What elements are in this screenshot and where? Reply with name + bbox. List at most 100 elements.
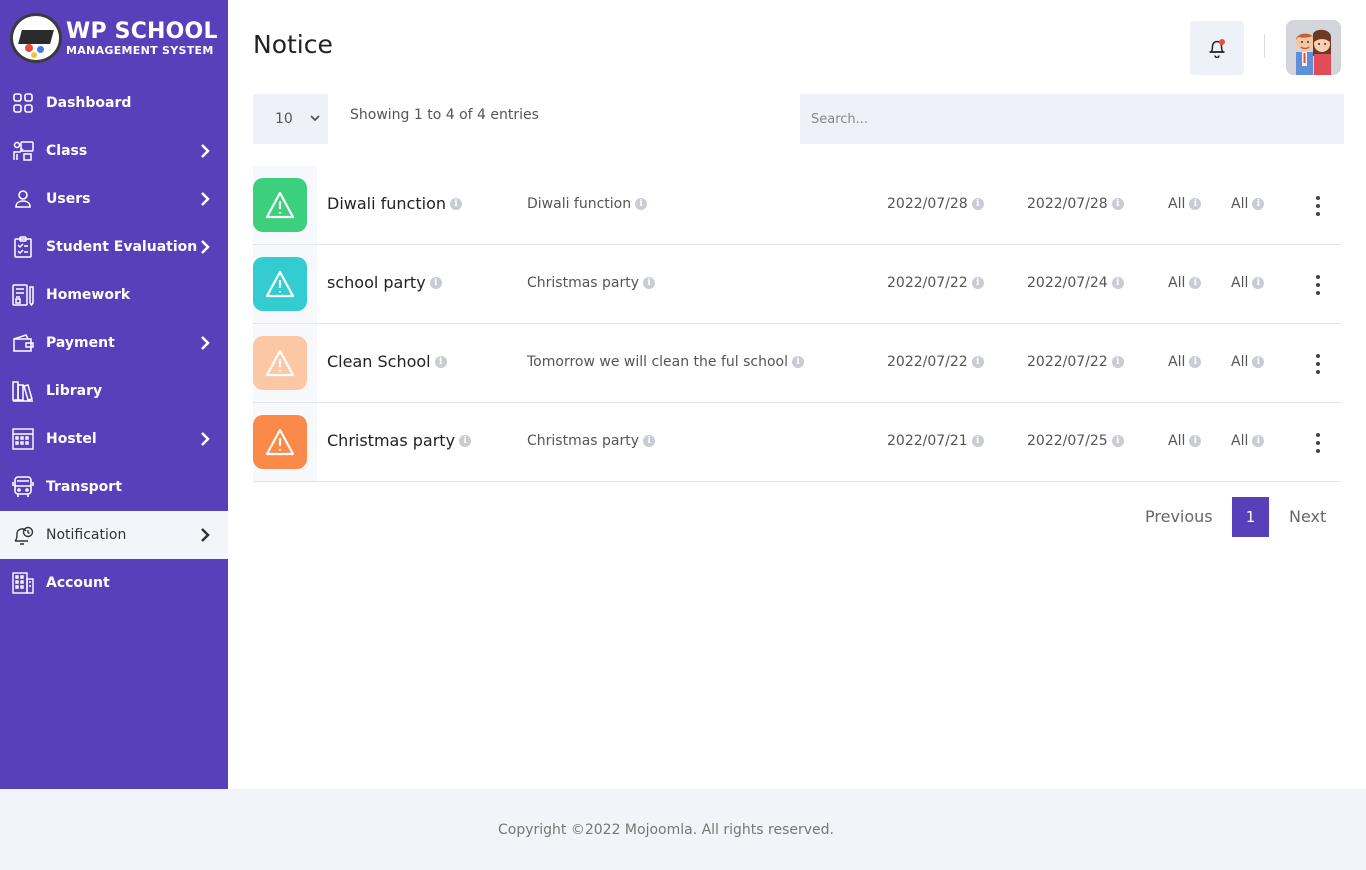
- table-row[interactable]: Diwali function i Diwali function i 2022/0…: [253, 166, 1341, 245]
- info-icon[interactable]: i: [1189, 356, 1202, 368]
- info-icon[interactable]: i: [429, 276, 442, 289]
- info-icon[interactable]: i: [1111, 198, 1124, 210]
- notice-description: Christmas party i: [527, 275, 656, 291]
- sidebar-item-users[interactable]: Users: [0, 175, 228, 223]
- sidebar-menu: Dashboard Class Users Student Evaluation: [0, 79, 228, 607]
- notification-button[interactable]: [1190, 21, 1244, 75]
- warning-triangle-icon: [265, 349, 295, 377]
- info-icon[interactable]: i: [459, 434, 472, 447]
- info-icon[interactable]: i: [643, 277, 656, 289]
- sidebar-item-label: Hostel: [46, 431, 97, 447]
- notice-section: All i: [1231, 354, 1265, 370]
- notice-title[interactable]: Diwali function i: [327, 194, 462, 213]
- info-icon[interactable]: i: [1252, 356, 1265, 368]
- notice-title[interactable]: Christmas party i: [327, 431, 472, 450]
- search-input[interactable]: [800, 94, 1344, 144]
- chevron-right-icon: [201, 144, 210, 158]
- info-icon[interactable]: i: [434, 355, 447, 368]
- info-icon[interactable]: i: [1189, 277, 1202, 289]
- clipboard-icon: [12, 236, 34, 258]
- info-icon[interactable]: i: [1189, 435, 1202, 447]
- notice-description-text: Diwali function: [527, 196, 632, 212]
- pagination-next[interactable]: Next: [1289, 507, 1326, 526]
- sidebar-item-student-evaluation[interactable]: Student Evaluation: [0, 223, 228, 271]
- more-options-icon[interactable]: [1310, 194, 1326, 218]
- info-icon[interactable]: i: [450, 197, 462, 210]
- info-icon[interactable]: i: [971, 198, 984, 210]
- more-options-icon[interactable]: [1310, 352, 1326, 376]
- user-icon: [12, 188, 34, 210]
- sidebar-item-notification[interactable]: Notification: [0, 511, 228, 559]
- brand-logo[interactable]: WP SCHOOL MANAGEMENT SYSTEM: [10, 12, 220, 64]
- notice-start-date: 2022/07/21 i: [887, 433, 984, 449]
- brand-subtitle: MANAGEMENT SYSTEM: [66, 43, 214, 57]
- sidebar-item-homework[interactable]: Homework: [0, 271, 228, 319]
- pagination-page-1[interactable]: 1: [1232, 497, 1269, 537]
- info-icon[interactable]: i: [1111, 277, 1124, 289]
- info-icon[interactable]: i: [635, 198, 648, 210]
- notice-table: Diwali function i Diwali function i 2022/0…: [253, 166, 1341, 482]
- notice-end-date: 2022/07/28 i: [1027, 196, 1124, 212]
- info-icon[interactable]: i: [1111, 435, 1124, 447]
- notice-section: All i: [1231, 275, 1265, 291]
- end-date-text: 2022/07/28: [1027, 196, 1108, 212]
- sidebar-item-payment[interactable]: Payment: [0, 319, 228, 367]
- info-icon[interactable]: i: [792, 356, 805, 368]
- notice-description-text: Christmas party: [527, 275, 640, 291]
- notice-title-text: Diwali function: [327, 194, 446, 213]
- section-text: All: [1231, 433, 1249, 449]
- class-text: All: [1168, 354, 1186, 370]
- info-icon[interactable]: i: [1252, 435, 1265, 447]
- sidebar-item-class[interactable]: Class: [0, 127, 228, 175]
- info-icon[interactable]: i: [1252, 277, 1265, 289]
- start-date-text: 2022/07/28: [887, 196, 968, 212]
- info-icon[interactable]: i: [1111, 356, 1124, 368]
- sidebar: WP SCHOOL MANAGEMENT SYSTEM Dashboard Cl…: [0, 0, 228, 789]
- sidebar-item-library[interactable]: Library: [0, 367, 228, 415]
- user-avatar[interactable]: [1286, 20, 1341, 75]
- info-icon[interactable]: i: [1189, 198, 1202, 210]
- info-icon[interactable]: i: [971, 356, 984, 368]
- entries-info: Showing 1 to 4 of 4 entries: [350, 107, 539, 123]
- start-date-text: 2022/07/22: [887, 275, 968, 291]
- sidebar-item-transport[interactable]: Transport: [0, 463, 228, 511]
- notice-start-date: 2022/07/22 i: [887, 275, 984, 291]
- sidebar-item-dashboard[interactable]: Dashboard: [0, 79, 228, 127]
- start-date-text: 2022/07/22: [887, 354, 968, 370]
- class-text: All: [1168, 196, 1186, 212]
- notice-title[interactable]: school party i: [327, 273, 442, 292]
- books-icon: [12, 380, 34, 402]
- end-date-text: 2022/07/22: [1027, 354, 1108, 370]
- chevron-right-icon: [201, 528, 210, 542]
- notice-class: All i: [1168, 354, 1202, 370]
- info-icon[interactable]: i: [971, 435, 984, 447]
- page-size-value: 10: [275, 111, 293, 127]
- sidebar-item-hostel[interactable]: Hostel: [0, 415, 228, 463]
- info-icon[interactable]: i: [643, 435, 656, 447]
- section-text: All: [1231, 354, 1249, 370]
- info-icon[interactable]: i: [1252, 198, 1265, 210]
- table-row[interactable]: school party i Christmas party i 2022/07/2…: [253, 245, 1341, 324]
- notice-title[interactable]: Clean School i: [327, 352, 447, 371]
- notice-badge: [253, 336, 307, 390]
- notice-section: All i: [1231, 433, 1265, 449]
- chevron-down-icon: [310, 115, 320, 122]
- notice-end-date: 2022/07/24 i: [1027, 275, 1124, 291]
- table-row[interactable]: Christmas party i Christmas party i 2022/0…: [253, 403, 1341, 482]
- chevron-right-icon: [201, 240, 210, 254]
- pagination-previous[interactable]: Previous: [1145, 507, 1213, 526]
- wallet-icon: [12, 332, 34, 354]
- page-size-select[interactable]: 10: [253, 94, 328, 144]
- footer: Copyright ©2022 Mojoomla. All rights res…: [0, 789, 1366, 870]
- hostel-building-icon: [12, 428, 34, 450]
- more-options-icon[interactable]: [1310, 431, 1326, 455]
- sidebar-item-account[interactable]: Account: [0, 559, 228, 607]
- more-options-icon[interactable]: [1310, 273, 1326, 297]
- notice-title-text: Christmas party: [327, 431, 456, 450]
- table-row[interactable]: Clean School i Tomorrow we will clean the…: [253, 324, 1341, 403]
- class-text: All: [1168, 275, 1186, 291]
- notice-end-date: 2022/07/22 i: [1027, 354, 1124, 370]
- info-icon[interactable]: i: [971, 277, 984, 289]
- notice-class: All i: [1168, 275, 1202, 291]
- sidebar-item-label: Account: [46, 575, 110, 591]
